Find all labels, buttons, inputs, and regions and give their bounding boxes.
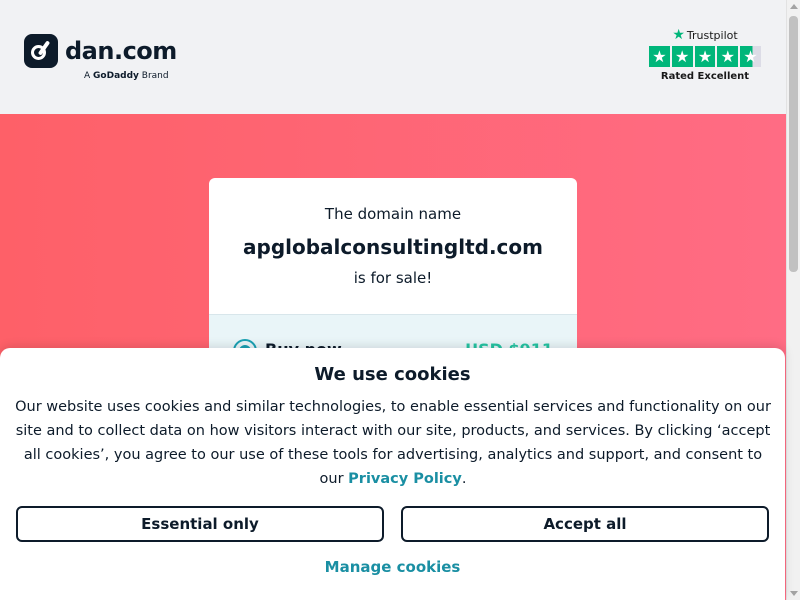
accept-all-button[interactable]: Accept all — [401, 506, 769, 542]
page-scrollbar[interactable] — [786, 0, 800, 600]
trustpilot-rating: Rated Excellent — [660, 71, 750, 82]
trustpilot-badge[interactable]: ★ Trustpilot ★ ★ ★ ★ ★ Rated Excellent — [649, 28, 761, 82]
domain-intro-text: The domain name — [324, 205, 462, 223]
half-star-icon: ★ — [740, 46, 761, 67]
cookie-title: We use cookies — [314, 364, 471, 385]
dan-logo[interactable]: dan.com A GoDaddy Brand — [24, 34, 177, 81]
star-icon: ★ — [649, 46, 670, 67]
godaddy-brand-tagline: A GoDaddy Brand — [84, 71, 169, 81]
star-icon: ★ — [717, 46, 739, 67]
trustpilot-name: Trustpilot — [686, 28, 738, 42]
site-header: dan.com A GoDaddy Brand ★ Trustpilot ★ ★… — [0, 0, 786, 114]
dan-logo-icon — [24, 34, 58, 68]
star-icon: ★ — [671, 46, 693, 67]
domain-name: apglobalconsultingltd.com — [243, 235, 543, 259]
manage-cookies-link[interactable]: Manage cookies — [0, 558, 785, 576]
cookie-description: Our website uses cookies and similar tec… — [15, 399, 771, 487]
logo-text: dan.com — [65, 37, 177, 65]
cookie-consent-panel: We use cookies Our website uses cookies … — [0, 348, 785, 600]
trustpilot-stars: ★ ★ ★ ★ ★ — [649, 46, 761, 67]
privacy-policy-link[interactable]: Privacy Policy — [348, 471, 462, 487]
scroll-down-icon[interactable] — [790, 591, 798, 596]
trustpilot-star-icon: ★ — [672, 27, 685, 43]
essential-only-button[interactable]: Essential only — [16, 506, 384, 542]
scroll-thumb[interactable] — [789, 16, 798, 272]
for-sale-text: is for sale! — [353, 269, 433, 287]
star-icon: ★ — [694, 46, 716, 67]
scroll-up-icon[interactable] — [790, 4, 798, 9]
